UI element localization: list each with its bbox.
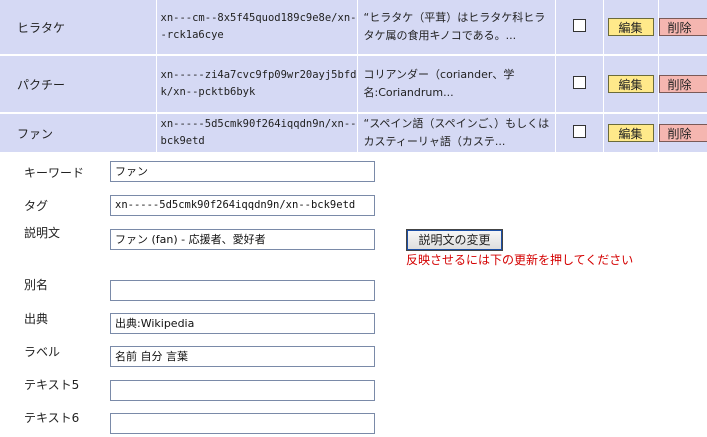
tag-input[interactable]: xn-----5d5cmk90f264iqqdn9n/xn--bck9etd bbox=[110, 195, 375, 216]
row-edit-cell: 編集 bbox=[603, 0, 659, 56]
table-row: パクチー xn-----zi4a7cvc9fp09wr20ayj5bfdk/xn… bbox=[0, 55, 707, 114]
text5-label: テキスト5 bbox=[24, 378, 80, 392]
text6-input[interactable] bbox=[110, 413, 375, 434]
row-checkbox[interactable] bbox=[572, 19, 586, 32]
update-note: 反映させるには下の更新を押してください bbox=[406, 253, 634, 267]
tag-label: タグ bbox=[24, 199, 49, 213]
row-delete-cell: 削除 bbox=[658, 0, 707, 56]
row-name: ファン bbox=[0, 113, 157, 154]
description-input[interactable]: ファン (fan) - 応援者、愛好者 bbox=[110, 229, 375, 250]
delete-button[interactable]: 削除 bbox=[658, 124, 707, 142]
row-tag: xn---cm--8x5f45quod189c9e8e/xn--rck1a6cy… bbox=[156, 0, 358, 56]
row-description: “ヒラタケ（平茸）はヒラタケ科ヒラタケ属の食用キノコである。... bbox=[357, 0, 556, 56]
edit-button[interactable]: 編集 bbox=[607, 18, 654, 36]
row-delete-cell: 削除 bbox=[658, 113, 707, 154]
row-checkbox[interactable] bbox=[572, 125, 586, 138]
source-label: 出典 bbox=[24, 312, 49, 326]
delete-button[interactable]: 削除 bbox=[658, 18, 707, 36]
entries-table: ヒラタケ xn---cm--8x5f45quod189c9e8e/xn--rck… bbox=[0, 0, 707, 154]
row-edit-cell: 編集 bbox=[603, 55, 659, 114]
text5-input[interactable] bbox=[110, 380, 375, 401]
edit-button[interactable]: 編集 bbox=[607, 124, 654, 142]
row-description: “スペイン語（スペインご、）もしくはカスティーリャ語（カステ... bbox=[357, 113, 556, 154]
change-description-button[interactable]: 説明文の変更 bbox=[406, 229, 503, 251]
alias-input[interactable] bbox=[110, 280, 375, 301]
row-description: コリアンダー（coriander、学名:Coriandrum... bbox=[357, 55, 556, 114]
description-label: 説明文 bbox=[24, 226, 61, 240]
row-select-cell bbox=[555, 0, 604, 56]
table-row: ヒラタケ xn---cm--8x5f45quod189c9e8e/xn--rck… bbox=[0, 0, 707, 56]
table-row: ファン xn-----5d5cmk90f264iqqdn9n/xn--bck9e… bbox=[0, 113, 707, 154]
row-edit-cell: 編集 bbox=[603, 113, 659, 154]
row-tag: xn-----zi4a7cvc9fp09wr20ayj5bfdk/xn--pck… bbox=[156, 55, 358, 114]
label-label: ラベル bbox=[24, 345, 61, 359]
label-input[interactable]: 名前 自分 言葉 bbox=[110, 346, 375, 367]
row-name: パクチー bbox=[0, 55, 157, 114]
row-select-cell bbox=[555, 113, 604, 154]
text6-label: テキスト6 bbox=[24, 411, 80, 425]
delete-button[interactable]: 削除 bbox=[658, 75, 707, 93]
source-input[interactable]: 出典:Wikipedia bbox=[110, 313, 375, 334]
keyword-label: キーワード bbox=[24, 166, 85, 180]
row-checkbox[interactable] bbox=[572, 76, 586, 89]
row-delete-cell: 削除 bbox=[658, 55, 707, 114]
row-select-cell bbox=[555, 55, 604, 114]
keyword-input[interactable]: ファン bbox=[110, 161, 375, 182]
row-name: ヒラタケ bbox=[0, 0, 157, 56]
row-tag: xn-----5d5cmk90f264iqqdn9n/xn--bck9etd bbox=[156, 113, 358, 154]
edit-button[interactable]: 編集 bbox=[607, 75, 654, 93]
alias-label: 別名 bbox=[24, 278, 49, 292]
